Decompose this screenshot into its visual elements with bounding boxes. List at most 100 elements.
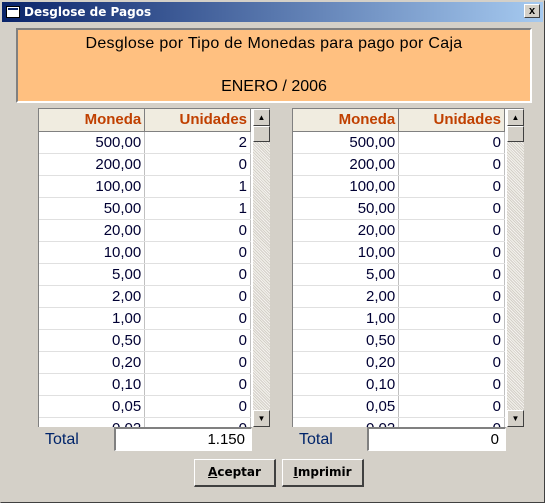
accept-button[interactable]: Aceptar [194, 459, 276, 487]
table-row[interactable]: 50,00 0 [293, 197, 505, 220]
table-row[interactable]: 0,10 0 [293, 373, 505, 396]
moneda-cell[interactable]: 0,10 [293, 373, 400, 396]
unidades-cell[interactable]: 0 [398, 131, 505, 154]
table-row[interactable]: 5,00 0 [293, 263, 505, 286]
moneda-cell[interactable]: 50,00 [293, 197, 400, 220]
scroll-thumb[interactable] [507, 126, 524, 142]
unidades-cell[interactable]: 0 [398, 395, 505, 418]
table-row[interactable]: 2,00 0 [39, 285, 251, 308]
unidades-cell[interactable]: 0 [144, 263, 251, 286]
table-row[interactable]: 0,05 0 [39, 395, 251, 418]
moneda-cell[interactable]: 500,00 [39, 131, 146, 154]
moneda-cell[interactable]: 5,00 [293, 263, 400, 286]
scroll-up-button[interactable]: ▲ [507, 109, 524, 126]
moneda-cell[interactable]: 2,00 [39, 285, 146, 308]
moneda-cell[interactable]: 500,00 [293, 131, 400, 154]
unidades-cell[interactable]: 0 [144, 307, 251, 330]
unidades-cell[interactable]: 0 [398, 263, 505, 286]
table-row[interactable]: 10,00 0 [39, 241, 251, 264]
unidades-cell[interactable]: 0 [144, 241, 251, 264]
unidades-cell[interactable]: 0 [144, 219, 251, 242]
scroll-down-button[interactable]: ▼ [507, 410, 524, 427]
unidades-cell[interactable]: 0 [398, 285, 505, 308]
unidades-cell[interactable]: 0 [398, 329, 505, 352]
unidades-cell[interactable]: 1 [144, 175, 251, 198]
unidades-cell[interactable]: 0 [144, 395, 251, 418]
unidades-cell[interactable]: 2 [144, 131, 251, 154]
moneda-cell[interactable]: 0,05 [293, 395, 400, 418]
moneda-cell[interactable]: 20,00 [39, 219, 146, 242]
unidades-cell[interactable]: 0 [398, 417, 505, 427]
close-button[interactable]: x [524, 4, 540, 18]
moneda-cell[interactable]: 200,00 [293, 153, 400, 176]
left-vertical-scrollbar[interactable]: ▲ ▼ [253, 109, 270, 427]
table-row[interactable]: 20,00 0 [293, 219, 505, 242]
table-row[interactable]: 200,00 0 [39, 153, 251, 176]
column-header-moneda[interactable]: Moneda [39, 109, 146, 132]
table-row[interactable]: 1,00 0 [39, 307, 251, 330]
unidades-cell[interactable]: 0 [398, 307, 505, 330]
table-row[interactable]: 2,00 0 [293, 285, 505, 308]
unidades-cell[interactable]: 0 [144, 373, 251, 396]
moneda-cell[interactable]: 5,00 [39, 263, 146, 286]
table-row[interactable]: 500,00 0 [293, 131, 505, 154]
moneda-cell[interactable]: 0,50 [39, 329, 146, 352]
moneda-cell[interactable]: 0,10 [39, 373, 146, 396]
column-header-unidades[interactable]: Unidades [144, 109, 251, 132]
moneda-cell[interactable]: 50,00 [39, 197, 146, 220]
table-row[interactable]: 0,20 0 [39, 351, 251, 374]
unidades-cell[interactable]: 0 [144, 285, 251, 308]
scroll-down-button[interactable]: ▼ [253, 410, 270, 427]
unidades-cell[interactable]: 0 [398, 153, 505, 176]
moneda-cell[interactable]: 0,05 [39, 395, 146, 418]
unidades-cell[interactable]: 0 [398, 241, 505, 264]
moneda-cell[interactable]: 10,00 [39, 241, 146, 264]
table-row[interactable]: 0,50 0 [293, 329, 505, 352]
left-grid[interactable]: Moneda Unidades 500,00 2 200,00 0 100,00 1 50,… [38, 108, 270, 427]
moneda-cell[interactable]: 100,00 [293, 175, 400, 198]
table-row[interactable]: 0,50 0 [39, 329, 251, 352]
scroll-up-button[interactable]: ▲ [253, 109, 270, 126]
moneda-cell[interactable]: 2,00 [293, 285, 400, 308]
column-header-unidades[interactable]: Unidades [398, 109, 505, 132]
moneda-cell[interactable]: 0,02 [293, 417, 400, 427]
moneda-cell[interactable]: 20,00 [293, 219, 400, 242]
table-row[interactable]: 1,00 0 [293, 307, 505, 330]
table-row[interactable]: 0,020 [293, 417, 505, 427]
moneda-cell[interactable]: 1,00 [39, 307, 146, 330]
unidades-cell[interactable]: 0 [398, 351, 505, 374]
moneda-cell[interactable]: 200,00 [39, 153, 146, 176]
moneda-cell[interactable]: 100,00 [39, 175, 146, 198]
right-vertical-scrollbar[interactable]: ▲ ▼ [507, 109, 524, 427]
table-row[interactable]: 5,00 0 [39, 263, 251, 286]
table-row[interactable]: 0,020 [39, 417, 251, 427]
right-grid[interactable]: Moneda Unidades 500,00 0 200,00 0 100,00 0 50,… [292, 108, 524, 427]
column-header-moneda[interactable]: Moneda [293, 109, 400, 132]
table-row[interactable]: 100,00 0 [293, 175, 505, 198]
table-row[interactable]: 50,00 1 [39, 197, 251, 220]
unidades-cell[interactable]: 0 [144, 417, 251, 427]
moneda-cell[interactable]: 0,50 [293, 329, 400, 352]
table-row[interactable]: 500,00 2 [39, 131, 251, 154]
print-button[interactable]: Imprimir [282, 459, 364, 487]
unidades-cell[interactable]: 0 [144, 329, 251, 352]
unidades-cell[interactable]: 0 [398, 197, 505, 220]
unidades-cell[interactable]: 0 [144, 153, 251, 176]
moneda-cell[interactable]: 10,00 [293, 241, 400, 264]
table-row[interactable]: 200,00 0 [293, 153, 505, 176]
unidades-cell[interactable]: 1 [144, 197, 251, 220]
moneda-cell[interactable]: 0,20 [39, 351, 146, 374]
table-row[interactable]: 0,20 0 [293, 351, 505, 374]
moneda-cell[interactable]: 0,02 [39, 417, 146, 427]
unidades-cell[interactable]: 0 [398, 373, 505, 396]
table-row[interactable]: 0,05 0 [293, 395, 505, 418]
scroll-thumb[interactable] [253, 126, 270, 142]
table-row[interactable]: 20,00 0 [39, 219, 251, 242]
table-row[interactable]: 100,00 1 [39, 175, 251, 198]
table-row[interactable]: 10,00 0 [293, 241, 505, 264]
unidades-cell[interactable]: 0 [144, 351, 251, 374]
unidades-cell[interactable]: 0 [398, 219, 505, 242]
moneda-cell[interactable]: 0,20 [293, 351, 400, 374]
title-bar[interactable]: Desglose de Pagos x [2, 2, 543, 22]
moneda-cell[interactable]: 1,00 [293, 307, 400, 330]
